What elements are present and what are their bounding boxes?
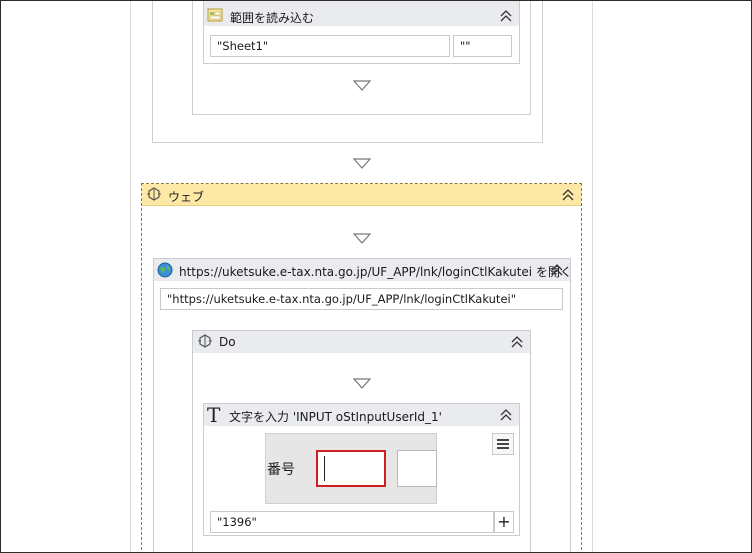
collapse-icon[interactable]	[499, 9, 513, 23]
read-range-title: 範囲を読み込む	[230, 11, 315, 25]
range-field[interactable]: ""	[453, 35, 512, 57]
sequence-arrow-icon	[353, 233, 371, 244]
browser-scope-icon	[197, 334, 213, 350]
type-into-icon: T	[207, 403, 221, 427]
type-into-title: 文字を入力 'INPUT oStInputUserId_1'	[229, 410, 442, 424]
preview-highlighted-input	[316, 450, 386, 487]
browser-scope-icon	[146, 187, 162, 203]
open-browser-header[interactable]: https://uketsuke.e-tax.nta.go.jp/UF_APP/…	[154, 259, 572, 281]
sheet-name-field[interactable]: "Sheet1"	[210, 35, 450, 57]
type-into-header[interactable]: T 文字を入力 'INPUT oStInputUserId_1'	[204, 403, 519, 427]
collapse-icon[interactable]	[561, 188, 575, 202]
open-browser-title: https://uketsuke.e-tax.nta.go.jp/UF_APP/…	[179, 265, 572, 279]
hamburger-menu-icon[interactable]	[492, 433, 514, 455]
globe-icon	[157, 262, 173, 278]
collapse-icon[interactable]	[550, 263, 564, 277]
do-scope-header[interactable]: Do	[193, 331, 530, 353]
text-input-field[interactable]: "1396"	[210, 511, 494, 533]
preview-secondary-input	[397, 450, 437, 487]
web-scope-title: ウェブ	[168, 190, 205, 204]
collapse-icon[interactable]	[510, 335, 524, 349]
web-scope-header[interactable]: ウェブ	[142, 184, 581, 206]
text-caret	[324, 456, 325, 481]
preview-label: 番号	[267, 462, 295, 478]
url-field[interactable]: "https://uketsuke.e-tax.nta.go.jp/UF_APP…	[160, 288, 563, 310]
read-range-header[interactable]: 範囲を読み込む	[204, 0, 519, 26]
sequence-arrow-icon	[353, 80, 371, 91]
do-scope-title: Do	[219, 335, 236, 349]
sequence-arrow-icon	[353, 378, 371, 389]
sequence-arrow-icon	[353, 158, 371, 169]
collapse-icon[interactable]	[499, 408, 513, 422]
add-variable-button[interactable]: +	[494, 511, 514, 533]
excel-range-icon	[207, 7, 223, 23]
